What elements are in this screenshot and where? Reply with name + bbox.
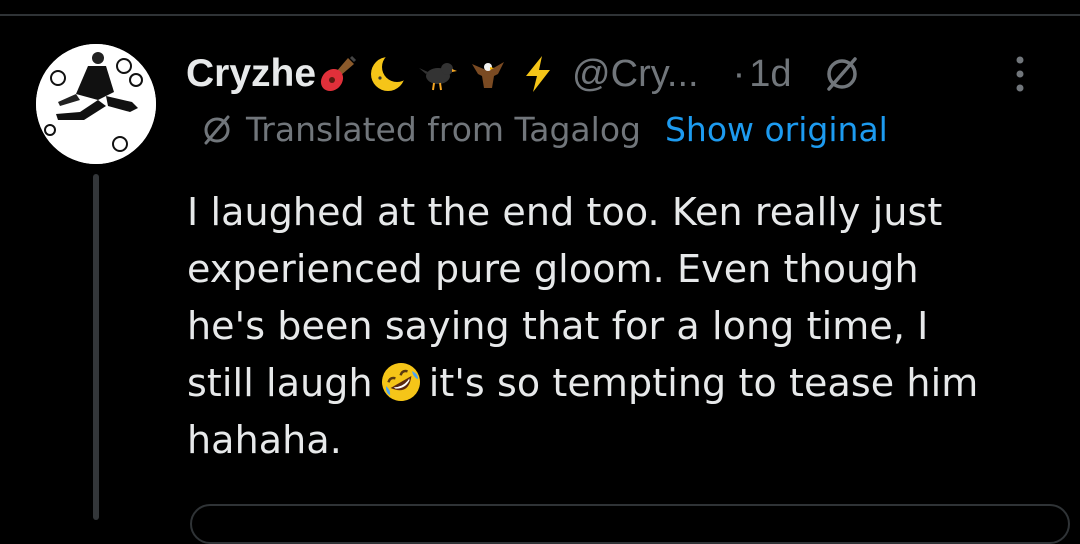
tweet-body-line: he's been saying that for a long time, I bbox=[187, 304, 929, 348]
separator-dot: · bbox=[732, 52, 746, 95]
black-bird-icon bbox=[419, 63, 458, 91]
tweet-body: I laughed at the end too. Ken really jus… bbox=[187, 184, 1067, 469]
lightning-icon bbox=[526, 56, 551, 92]
more-options-icon[interactable] bbox=[1008, 52, 1032, 96]
tweet-timestamp[interactable]: 1d bbox=[749, 53, 791, 96]
crescent-moon-icon bbox=[371, 54, 409, 91]
guitar-icon bbox=[321, 55, 357, 92]
tweet-body-line: experienced pure gloom. Even though bbox=[187, 247, 919, 291]
translate-globe-icon[interactable] bbox=[822, 54, 862, 94]
tweet-body-line: hahaha. bbox=[187, 418, 342, 462]
previous-tweet-divider bbox=[0, 0, 1080, 16]
tweet-body-line: still laugh it's so tempting to tease hi… bbox=[187, 355, 1067, 412]
rolling-laughing-emoji-icon bbox=[381, 363, 420, 401]
embedded-card[interactable] bbox=[190, 504, 1070, 544]
name-emojis bbox=[318, 54, 568, 94]
show-original-link[interactable]: Show original bbox=[665, 110, 888, 149]
translation-label: Translated from Tagalog bbox=[246, 110, 641, 149]
thread-line bbox=[93, 174, 99, 520]
translate-icon bbox=[204, 115, 230, 144]
author-handle[interactable]: @Cry... bbox=[572, 53, 699, 96]
translation-bar: Translated from Tagalog Show original bbox=[200, 110, 888, 149]
avatar[interactable] bbox=[36, 44, 156, 164]
eagle-icon bbox=[472, 62, 505, 88]
author-name[interactable]: Cryzhe bbox=[186, 52, 316, 96]
avatar-image bbox=[36, 44, 156, 164]
tweet-header: Cryzhe @Cry... · 1d bbox=[186, 44, 862, 104]
tweet-body-text: still laugh bbox=[187, 361, 373, 405]
tweet-body-line: I laughed at the end too. Ken really jus… bbox=[187, 190, 943, 234]
tweet-body-text: it's so tempting to tease him bbox=[428, 361, 979, 405]
